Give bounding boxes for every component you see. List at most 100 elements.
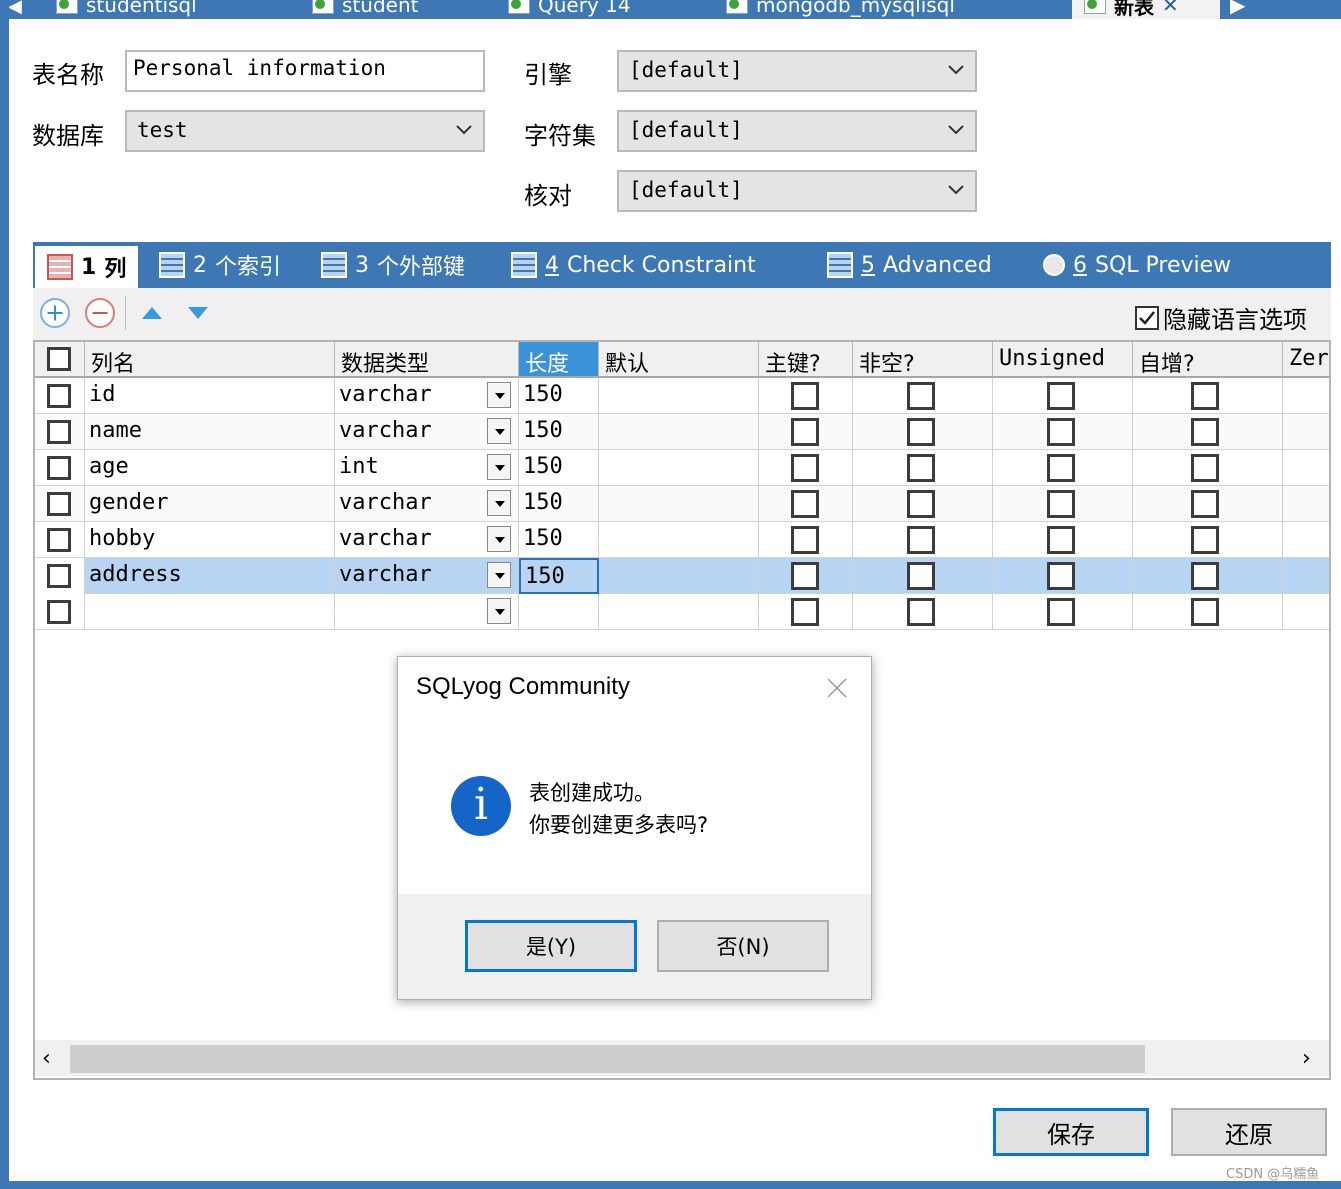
header-primary-key[interactable]: 主键? xyxy=(759,342,853,378)
table-row[interactable]: id varchar 150 xyxy=(35,378,1329,414)
database-select[interactable]: test xyxy=(125,110,485,152)
header-zerofill[interactable]: Zer xyxy=(1283,342,1329,378)
not-null-checkbox[interactable] xyxy=(907,382,935,410)
row-select-checkbox[interactable] xyxy=(47,564,71,588)
tab-columns[interactable]: 1 列 xyxy=(35,246,139,288)
length-cell[interactable]: 150 xyxy=(519,450,599,486)
default-cell[interactable] xyxy=(599,450,759,486)
tab-new-table[interactable]: 新表 ✕ xyxy=(1072,0,1220,19)
auto-increment-checkbox[interactable] xyxy=(1191,418,1219,446)
dropdown-arrow-icon[interactable] xyxy=(487,562,511,588)
primary-key-checkbox[interactable] xyxy=(791,598,819,626)
column-name-cell[interactable]: id xyxy=(85,378,335,414)
primary-key-checkbox[interactable] xyxy=(791,418,819,446)
no-button[interactable]: 否(N) xyxy=(657,920,829,972)
column-name-cell[interactable]: hobby xyxy=(85,522,335,558)
tab-indexes[interactable]: 2 个索引 xyxy=(159,242,281,288)
primary-key-checkbox[interactable] xyxy=(791,382,819,410)
close-tab-icon[interactable]: ✕ xyxy=(1162,0,1179,17)
not-null-checkbox[interactable] xyxy=(907,598,935,626)
default-cell[interactable] xyxy=(599,558,759,594)
data-type-cell[interactable] xyxy=(335,594,519,630)
tab-scroll-left-icon[interactable]: ◀ xyxy=(8,0,22,17)
auto-increment-checkbox[interactable] xyxy=(1191,454,1219,482)
tab-query-14[interactable]: Query 14 xyxy=(508,0,631,18)
data-type-cell[interactable]: varchar xyxy=(335,486,519,522)
tab-foreign-keys[interactable]: 3 个外部键 xyxy=(321,242,465,288)
add-column-button[interactable]: + xyxy=(40,298,70,328)
dropdown-arrow-icon[interactable] xyxy=(487,382,511,408)
row-select-checkbox[interactable] xyxy=(47,492,71,516)
table-name-input[interactable]: Personal information xyxy=(125,50,485,92)
tab-advanced[interactable]: 5 Advanced xyxy=(827,242,992,288)
scroll-left-icon[interactable]: ‹ xyxy=(42,1046,51,1071)
header-data-type[interactable]: 数据类型 xyxy=(335,342,519,378)
engine-select[interactable]: [default] xyxy=(617,50,977,92)
tab-studentisql[interactable]: studentisql xyxy=(56,0,197,18)
auto-increment-checkbox[interactable] xyxy=(1191,598,1219,626)
auto-increment-checkbox[interactable] xyxy=(1191,526,1219,554)
column-name-cell[interactable]: name xyxy=(85,414,335,450)
length-cell[interactable]: 150 xyxy=(519,414,599,450)
header-column-name[interactable]: 列名 xyxy=(85,342,335,378)
row-select-checkbox[interactable] xyxy=(47,600,71,624)
data-type-cell[interactable]: varchar xyxy=(335,558,519,594)
dropdown-arrow-icon[interactable] xyxy=(487,418,511,444)
unsigned-checkbox[interactable] xyxy=(1047,526,1075,554)
column-name-cell[interactable] xyxy=(85,594,335,630)
column-name-cell[interactable]: address xyxy=(85,558,335,594)
row-select-checkbox[interactable] xyxy=(47,420,71,444)
row-select-checkbox[interactable] xyxy=(47,384,71,408)
dropdown-arrow-icon[interactable] xyxy=(487,490,511,516)
not-null-checkbox[interactable] xyxy=(907,418,935,446)
data-type-cell[interactable]: varchar xyxy=(335,414,519,450)
tab-sql-preview[interactable]: 6 SQL Preview xyxy=(1043,242,1231,288)
not-null-checkbox[interactable] xyxy=(907,490,935,518)
move-down-icon[interactable] xyxy=(187,306,209,320)
length-cell[interactable]: 150 xyxy=(519,486,599,522)
header-default[interactable]: 默认 xyxy=(599,342,759,378)
auto-increment-checkbox[interactable] xyxy=(1191,562,1219,590)
length-cell[interactable]: 150 xyxy=(519,522,599,558)
not-null-checkbox[interactable] xyxy=(907,562,935,590)
row-select-checkbox[interactable] xyxy=(47,528,71,552)
row-select-checkbox[interactable] xyxy=(47,456,71,480)
default-cell[interactable] xyxy=(599,378,759,414)
default-cell[interactable] xyxy=(599,486,759,522)
auto-increment-checkbox[interactable] xyxy=(1191,490,1219,518)
revert-button[interactable]: 还原 xyxy=(1171,1108,1327,1156)
table-row[interactable]: gender varchar 150 xyxy=(35,486,1329,522)
select-all-checkbox[interactable] xyxy=(47,347,71,371)
header-not-null[interactable]: 非空? xyxy=(853,342,993,378)
remove-column-button[interactable]: − xyxy=(85,298,115,328)
charset-select[interactable]: [default] xyxy=(617,110,977,152)
tab-mongodb-mysql[interactable]: mongodb_mysqlisql xyxy=(726,0,955,18)
data-type-cell[interactable]: varchar xyxy=(335,378,519,414)
unsigned-checkbox[interactable] xyxy=(1047,454,1075,482)
unsigned-checkbox[interactable] xyxy=(1047,598,1075,626)
table-row[interactable]: age int 150 xyxy=(35,450,1329,486)
unsigned-checkbox[interactable] xyxy=(1047,418,1075,446)
yes-button[interactable]: 是(Y) xyxy=(465,920,637,972)
header-length[interactable]: 长度 xyxy=(519,342,599,378)
unsigned-checkbox[interactable] xyxy=(1047,562,1075,590)
length-cell[interactable]: 150 xyxy=(519,378,599,414)
save-button[interactable]: 保存 xyxy=(993,1108,1149,1156)
collation-select[interactable]: [default] xyxy=(617,170,977,212)
header-unsigned[interactable]: Unsigned xyxy=(993,342,1133,378)
scroll-right-icon[interactable]: › xyxy=(1302,1046,1311,1071)
table-row-selected[interactable]: address varchar 150 xyxy=(35,558,1329,594)
select-all-header[interactable] xyxy=(35,342,85,378)
primary-key-checkbox[interactable] xyxy=(791,490,819,518)
scrollbar-thumb[interactable] xyxy=(70,1045,1145,1073)
unsigned-checkbox[interactable] xyxy=(1047,382,1075,410)
default-cell[interactable] xyxy=(599,522,759,558)
data-type-cell[interactable]: int xyxy=(335,450,519,486)
column-name-cell[interactable]: age xyxy=(85,450,335,486)
primary-key-checkbox[interactable] xyxy=(791,526,819,554)
default-cell[interactable] xyxy=(599,414,759,450)
table-row[interactable]: hobby varchar 150 xyxy=(35,522,1329,558)
header-auto-increment[interactable]: 自增? xyxy=(1133,342,1283,378)
default-cell[interactable] xyxy=(599,594,759,630)
auto-increment-checkbox[interactable] xyxy=(1191,382,1219,410)
